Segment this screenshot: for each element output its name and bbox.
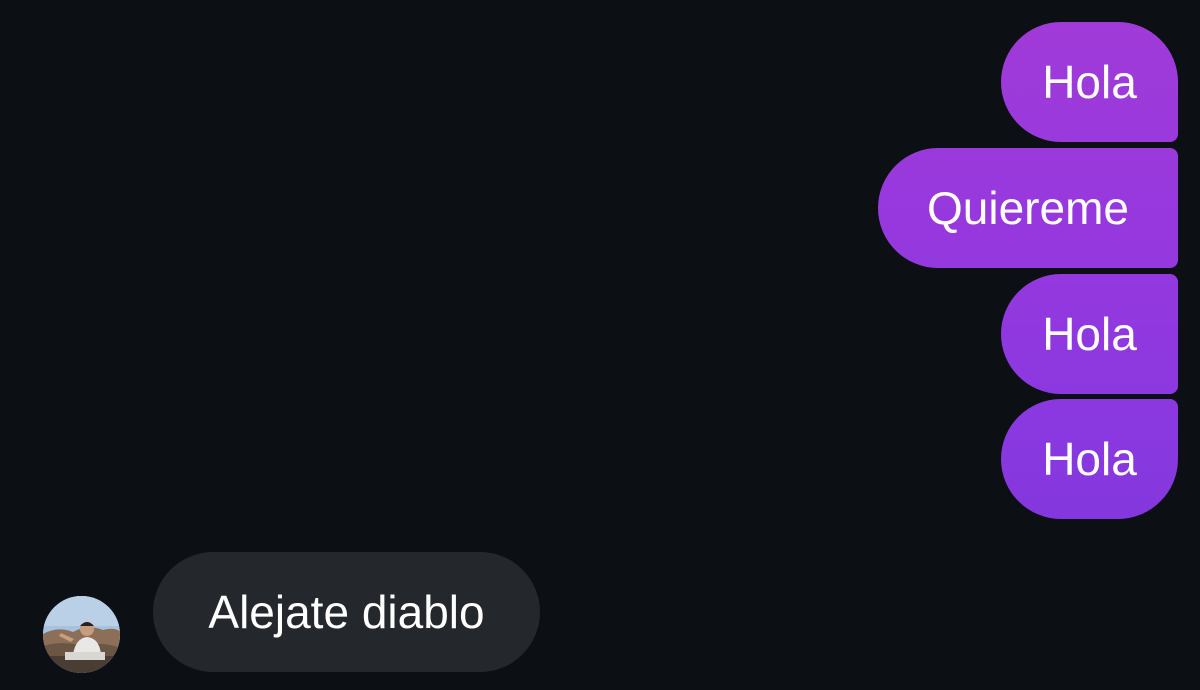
message-text: Quiereme [927,182,1129,234]
sent-message-bubble[interactable]: Hola [1001,22,1178,142]
avatar-photo-icon [43,596,120,673]
sent-message-bubble[interactable]: Quiereme [878,148,1178,268]
message-text: Alejate diablo [208,586,485,638]
message-text: Hola [1042,433,1137,485]
sent-message-bubble[interactable]: Hola [1001,274,1178,394]
sent-message-bubble[interactable]: Hola [1001,399,1178,519]
message-text: Hola [1042,308,1137,360]
received-message-bubble[interactable]: Alejate diablo [153,552,540,672]
message-text: Hola [1042,56,1137,108]
contact-avatar[interactable] [43,596,120,673]
